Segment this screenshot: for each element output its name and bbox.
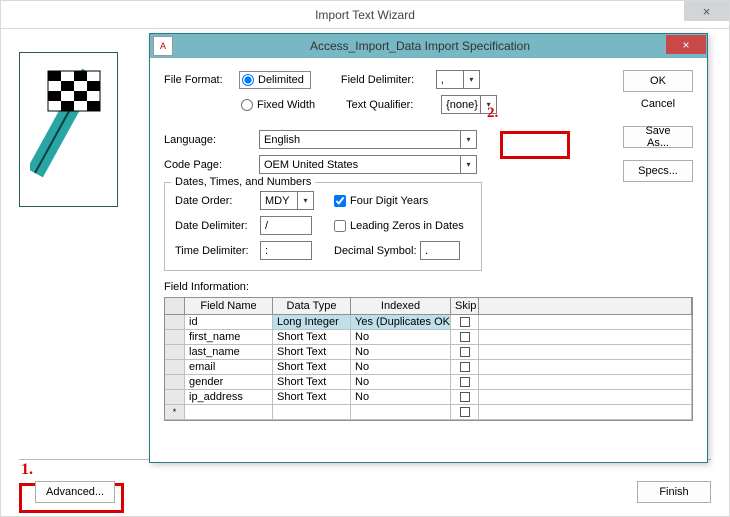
col-header-skip: Skip xyxy=(451,298,479,314)
cell-skip[interactable] xyxy=(451,315,479,329)
import-specification-dialog: A Access_Import_Data Import Specificatio… xyxy=(149,33,708,463)
access-icon: A xyxy=(153,36,173,56)
codepage-label: Code Page: xyxy=(164,159,259,171)
fixed-width-radio[interactable]: Fixed Width xyxy=(239,96,321,114)
wizard-close-button[interactable]: × xyxy=(684,1,729,21)
date-delim-label: Date Delimiter: xyxy=(175,220,260,232)
decimal-symbol-input[interactable] xyxy=(420,241,460,260)
new-row-marker: * xyxy=(165,405,185,419)
cell-data-type[interactable]: Short Text xyxy=(273,360,351,374)
annotation-two: 2. xyxy=(487,105,498,122)
cell-data-type[interactable]: Short Text xyxy=(273,375,351,389)
dates-group-legend: Dates, Times, and Numbers xyxy=(171,176,315,188)
table-row[interactable]: genderShort TextNo xyxy=(165,375,692,390)
advanced-button[interactable]: Advanced... xyxy=(35,481,115,503)
ok-button[interactable]: OK xyxy=(623,70,693,92)
cell-field-name[interactable]: last_name xyxy=(185,345,273,359)
col-header-indexed: Indexed xyxy=(351,298,451,314)
cell-indexed[interactable]: Yes (Duplicates OK) xyxy=(351,315,451,329)
cell-data-type[interactable]: Short Text xyxy=(273,390,351,404)
field-delimiter-label: Field Delimiter: xyxy=(341,74,436,86)
delimited-radio[interactable]: Delimited xyxy=(239,71,311,89)
language-row: Language: English▾ xyxy=(164,130,693,149)
wizard-footer: Advanced... Finish xyxy=(1,468,729,516)
four-digit-years-checkbox[interactable]: Four Digit Years xyxy=(334,195,428,207)
field-delimiter-combo[interactable]: ,▾ xyxy=(436,70,480,89)
fixed-width-radio-input[interactable] xyxy=(241,99,253,111)
cell-skip[interactable] xyxy=(451,330,479,344)
cell-indexed[interactable]: No xyxy=(351,345,451,359)
cell-field-name[interactable]: ip_address xyxy=(185,390,273,404)
cell-skip[interactable] xyxy=(451,390,479,404)
chevron-down-icon: ▾ xyxy=(297,192,313,209)
spec-titlebar: A Access_Import_Data Import Specificatio… xyxy=(150,34,707,58)
time-delim-input[interactable] xyxy=(260,241,312,260)
file-format-label: File Format: xyxy=(164,74,239,86)
spec-close-button[interactable]: × xyxy=(666,35,706,54)
col-header-type: Data Type xyxy=(273,298,351,314)
cell-data-type[interactable]: Long Integer xyxy=(273,315,351,329)
cell-indexed[interactable]: No xyxy=(351,375,451,389)
checkered-flag-icon xyxy=(30,63,110,183)
delimited-radio-input[interactable] xyxy=(242,74,254,86)
table-row[interactable]: last_nameShort TextNo xyxy=(165,345,692,360)
codepage-row: Code Page: OEM United States▾ xyxy=(164,155,693,174)
table-row[interactable]: idLong IntegerYes (Duplicates OK) xyxy=(165,315,692,330)
cell-field-name[interactable]: email xyxy=(185,360,273,374)
cell-data-type[interactable]: Short Text xyxy=(273,345,351,359)
cell-skip[interactable] xyxy=(451,345,479,359)
chevron-down-icon: ▾ xyxy=(460,131,476,148)
spec-title: Access_Import_Data Import Specification xyxy=(173,39,707,53)
file-format-row: File Format: Delimited Field Delimiter: … xyxy=(164,70,693,89)
table-row[interactable]: emailShort TextNo xyxy=(165,360,692,375)
date-order-label: Date Order: xyxy=(175,195,260,207)
spec-button-column: OK Cancel Save As... Specs... xyxy=(623,70,693,182)
wizard-titlebar: Import Text Wizard × xyxy=(1,1,729,29)
save-as-button[interactable]: Save As... xyxy=(623,126,693,148)
language-label: Language: xyxy=(164,134,259,146)
finish-button[interactable]: Finish xyxy=(637,481,711,503)
date-order-combo[interactable]: MDY▾ xyxy=(260,191,314,210)
cell-skip[interactable] xyxy=(451,360,479,374)
grid-body: idLong IntegerYes (Duplicates OK)first_n… xyxy=(165,315,692,420)
table-new-row[interactable]: * xyxy=(165,405,692,420)
cancel-button[interactable]: Cancel xyxy=(623,98,693,110)
language-combo[interactable]: English▾ xyxy=(259,130,477,149)
dates-times-group: Dates, Times, and Numbers Date Order: MD… xyxy=(164,182,482,271)
close-icon: × xyxy=(703,4,711,19)
import-text-wizard-window: Import Text Wizard × xyxy=(0,0,730,517)
chevron-down-icon: ▾ xyxy=(463,71,479,88)
fixed-width-row: Fixed Width Text Qualifier: {none}▾ xyxy=(164,95,693,114)
cell-indexed[interactable]: No xyxy=(351,390,451,404)
table-row[interactable]: ip_addressShort TextNo xyxy=(165,390,692,405)
cell-indexed[interactable]: No xyxy=(351,330,451,344)
cell-skip[interactable] xyxy=(451,375,479,389)
text-qualifier-label: Text Qualifier: xyxy=(346,99,441,111)
specs-button[interactable]: Specs... xyxy=(623,160,693,182)
table-row[interactable]: first_nameShort TextNo xyxy=(165,330,692,345)
date-delim-input[interactable] xyxy=(260,216,312,235)
cell-indexed[interactable]: No xyxy=(351,360,451,374)
leading-zeros-checkbox[interactable]: Leading Zeros in Dates xyxy=(334,220,464,232)
chevron-down-icon: ▾ xyxy=(460,156,476,173)
cell-field-name[interactable]: id xyxy=(185,315,273,329)
cell-data-type[interactable]: Short Text xyxy=(273,330,351,344)
close-icon: × xyxy=(682,38,689,52)
decimal-symbol-label: Decimal Symbol: xyxy=(334,245,420,257)
grid-header-row: Field Name Data Type Indexed Skip xyxy=(165,298,692,315)
spec-body: OK Cancel Save As... Specs... File Forma… xyxy=(150,58,707,433)
wizard-image-panel xyxy=(19,52,118,207)
field-info-grid[interactable]: Field Name Data Type Indexed Skip idLong… xyxy=(164,297,693,421)
wizard-title: Import Text Wizard xyxy=(315,8,415,22)
cell-field-name[interactable]: first_name xyxy=(185,330,273,344)
cell-field-name[interactable]: gender xyxy=(185,375,273,389)
col-header-name: Field Name xyxy=(185,298,273,314)
codepage-combo[interactable]: OEM United States▾ xyxy=(259,155,477,174)
field-info-label: Field Information: xyxy=(164,281,693,293)
time-delim-label: Time Delimiter: xyxy=(175,245,260,257)
